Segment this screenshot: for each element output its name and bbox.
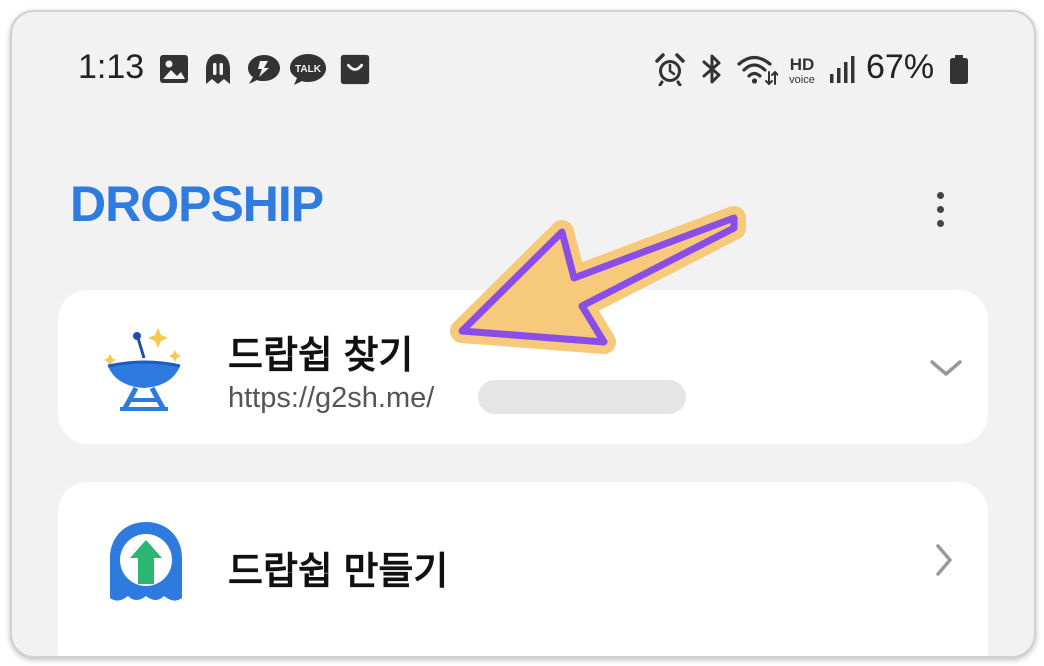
hd-label: HD bbox=[790, 55, 815, 74]
create-dropship-title: 드랍쉽 만들기 bbox=[228, 551, 449, 593]
chevron-right-icon[interactable] bbox=[932, 540, 956, 580]
gallery-icon bbox=[160, 55, 188, 83]
dot bbox=[937, 220, 944, 227]
dropship-url: https://g2sh.me/ bbox=[228, 382, 435, 414]
create-dropship-card[interactable]: 드랍쉽 만들기 bbox=[58, 482, 988, 656]
satellite-dish-icon bbox=[104, 328, 181, 412]
battery-percent: 67% bbox=[866, 48, 935, 86]
app-title: DROPSHIP bbox=[70, 176, 324, 232]
talk-label: TALK bbox=[295, 64, 322, 75]
dot bbox=[937, 206, 944, 213]
kakaotalk-icon: TALK bbox=[290, 54, 326, 85]
chevron-down-icon[interactable] bbox=[928, 356, 964, 380]
phone-screen: 1:13 TALK HD voice 67% DROPSHIP 드랍쉽 찾기 h… bbox=[10, 10, 1036, 658]
bluetooth-icon bbox=[702, 54, 721, 84]
chat-bubble-icon bbox=[248, 55, 280, 84]
dot bbox=[937, 192, 944, 199]
status-bar: 1:13 TALK HD voice 67% bbox=[12, 12, 1034, 122]
redacted-url-segment bbox=[478, 380, 686, 414]
status-time: 1:13 bbox=[78, 48, 145, 86]
wifi-icon bbox=[737, 55, 778, 86]
more-options-icon[interactable] bbox=[928, 190, 952, 230]
battery-icon bbox=[950, 55, 968, 84]
signal-icon bbox=[830, 56, 855, 83]
upload-ghost-icon bbox=[110, 522, 182, 601]
shopping-bag-icon bbox=[340, 54, 370, 85]
voice-label: voice bbox=[789, 74, 815, 86]
hd-voice-icon: HD voice bbox=[789, 55, 815, 86]
find-dropship-card[interactable]: 드랍쉽 찾기 https://g2sh.me/ bbox=[58, 290, 988, 444]
app-icon bbox=[206, 54, 230, 84]
alarm-icon bbox=[655, 53, 685, 86]
find-dropship-title: 드랍쉽 찾기 bbox=[228, 335, 414, 377]
